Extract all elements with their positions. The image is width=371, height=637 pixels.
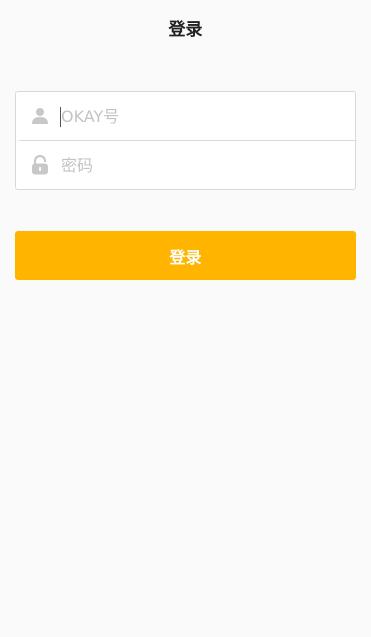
account-input[interactable] <box>61 101 331 131</box>
login-button-label: 登录 <box>169 247 202 267</box>
account-row <box>16 92 355 140</box>
lock-icon <box>30 155 50 175</box>
header: 登录 <box>0 0 371 56</box>
text-cursor <box>60 107 61 127</box>
login-form <box>15 91 356 190</box>
password-input[interactable] <box>61 150 331 180</box>
login-button[interactable]: 登录 <box>15 231 356 280</box>
page-title: 登录 <box>168 20 203 40</box>
password-row <box>16 141 355 189</box>
user-icon <box>30 106 50 126</box>
